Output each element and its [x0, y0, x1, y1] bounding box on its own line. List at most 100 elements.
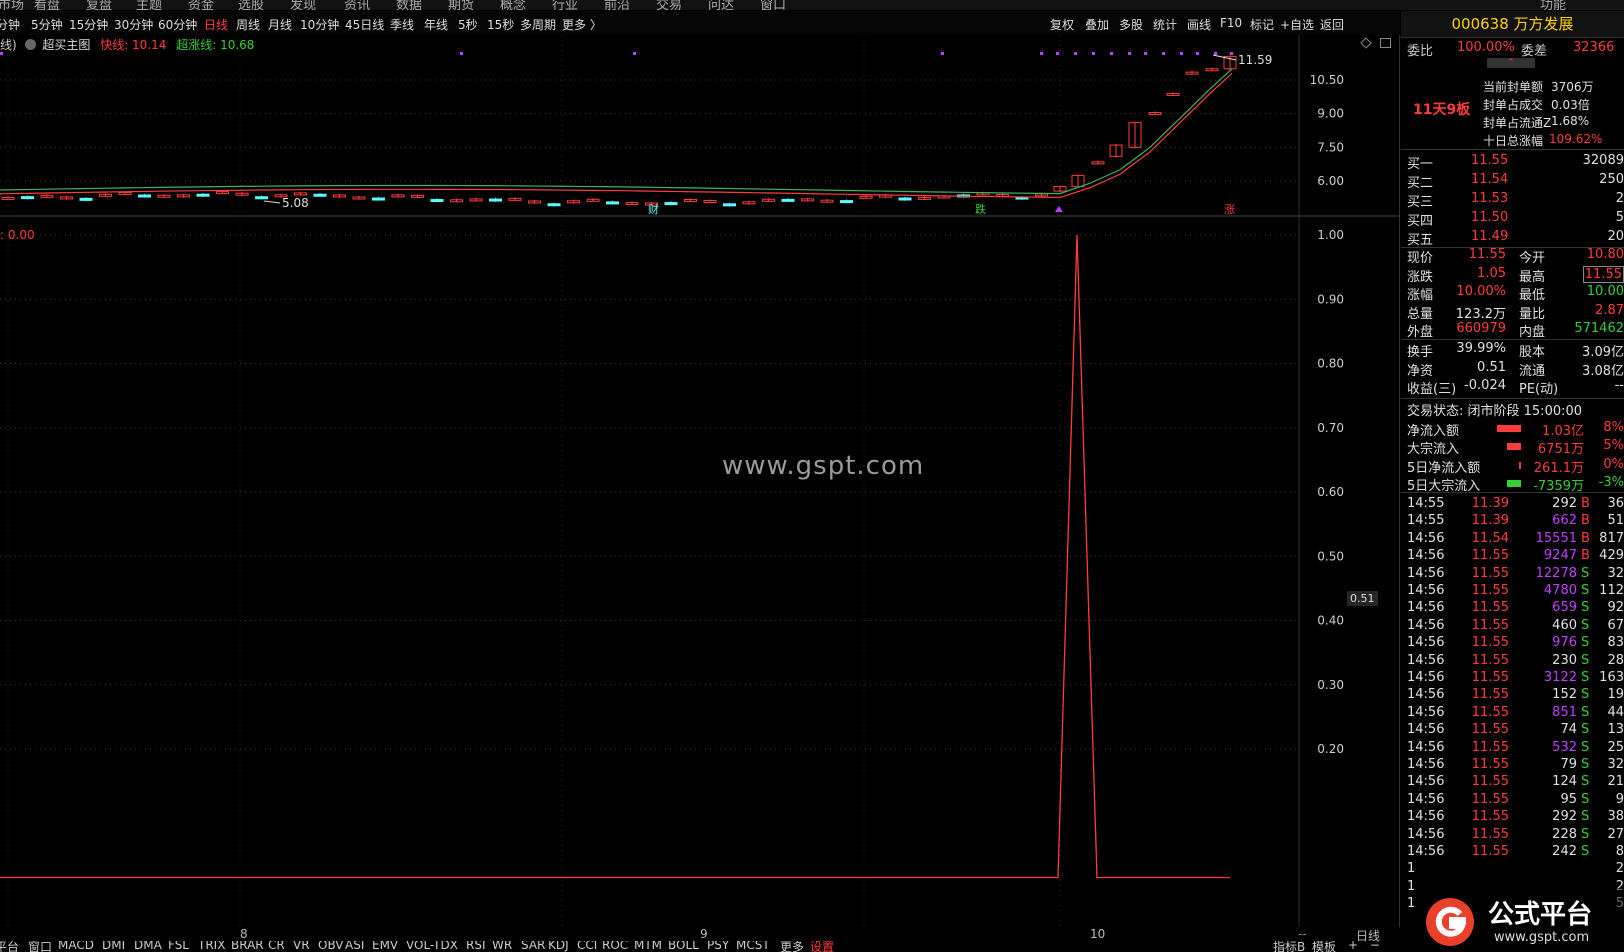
period-tab-14[interactable]: 多周期 [520, 16, 556, 33]
layout-icon[interactable] [1380, 38, 1391, 48]
indicator-tab-6[interactable]: TRIX [198, 941, 225, 952]
indicator-tab-25[interactable]: 设置 [810, 941, 834, 952]
signal-dot [1214, 52, 1217, 55]
toolbar-btn-2[interactable]: 多股 [1119, 16, 1143, 33]
stock-title[interactable]: 000638 万方发展 [1401, 11, 1624, 38]
period-tab-4[interactable]: 60分钟 [158, 16, 197, 33]
indicator-tab-18[interactable]: CCI [577, 941, 597, 952]
bottom-right-btn-0[interactable]: 指标B [1273, 941, 1305, 952]
quote-value2: 10.80 [1586, 247, 1624, 262]
indicator-tab-22[interactable]: PSY [707, 941, 729, 952]
kline-chart[interactable]: 10.50 9.00 7.50 6.00 1.00 0.90 0.80 0.70 0.60 0.5… [0, 35, 1400, 927]
period-tab-7[interactable]: 月线 [268, 16, 292, 33]
quote-row: 总量 123.2万 量比 2.87 [1401, 303, 1624, 322]
menu-item-1[interactable]: 看盘 [34, 0, 60, 10]
menu-item-0[interactable]: 市场 [0, 0, 24, 10]
menu-item-5[interactable]: 选股 [238, 0, 264, 10]
indicator-tab-13[interactable]: VOL-TDX [406, 941, 458, 952]
indicator-tab-0[interactable]: 平台 [0, 941, 19, 952]
bottom-right-btn-1[interactable]: 模板 [1312, 941, 1336, 952]
menu-item-10[interactable]: 概念 [500, 0, 526, 10]
indicator-tab-14[interactable]: RSI [466, 941, 486, 952]
settings-icon[interactable] [24, 39, 36, 50]
tick-volume: 12278 [1535, 565, 1577, 581]
toolbar-btn-1[interactable]: 叠加 [1085, 16, 1109, 33]
menu-item-12[interactable]: 前沿 [604, 0, 630, 10]
menu-item-4[interactable]: 资金 [188, 0, 214, 10]
menu-item-2[interactable]: 复盘 [86, 0, 112, 10]
indicator-tab-20[interactable]: MTM [634, 941, 662, 952]
tick-count: 429 [1599, 548, 1624, 564]
menu-item-15[interactable]: 窗口 [760, 0, 786, 10]
menu-item-6[interactable]: 发现 [290, 0, 316, 10]
bid-volume: 20 [1607, 229, 1624, 244]
indicator-tab-17[interactable]: KDJ [548, 941, 569, 952]
indicator-tab-19[interactable]: ROC [602, 941, 628, 952]
indicator-tab-4[interactable]: DMA [134, 941, 162, 952]
menu-item-11[interactable]: 行业 [552, 0, 578, 10]
toolbar-btn-4[interactable]: 画线 [1187, 16, 1211, 33]
period-tab-9[interactable]: 45日线 [345, 16, 384, 33]
bottom-right-btn-3[interactable]: − [1370, 941, 1380, 952]
menu-item-14[interactable]: 问达 [708, 0, 734, 10]
toolbar-btn-7[interactable]: +自选 [1280, 16, 1314, 33]
period-tab-6[interactable]: 周线 [236, 16, 260, 33]
indicator-tab-2[interactable]: MACD [58, 941, 94, 952]
indicator-tab-24[interactable]: 更多 [780, 941, 804, 952]
period-tab-13[interactable]: 15秒 [487, 16, 514, 33]
indicator-tab-12[interactable]: EMV [372, 941, 398, 952]
indicator-tab-11[interactable]: ASI [345, 941, 364, 952]
indicator-tab-21[interactable]: BOLL [668, 941, 699, 952]
menu-item-16[interactable]: 功能 [1540, 0, 1566, 10]
indicator-tab-7[interactable]: BRAR [231, 941, 264, 952]
period-tab-3[interactable]: 30分钟 [114, 16, 153, 33]
fund-value: -0.024 [1464, 378, 1506, 394]
toolbar-btn-8[interactable]: 返回 [1320, 16, 1344, 33]
menu-item-8[interactable]: 数据 [396, 0, 422, 10]
period-tab-11[interactable]: 年线 [424, 16, 448, 33]
candle-body [547, 203, 561, 207]
menu-item-13[interactable]: 交易 [656, 0, 682, 10]
trade-status-text: 交易状态: 闭市阶段 15:00:00 [1407, 404, 1583, 419]
period-tab-1[interactable]: 5分钟 [31, 16, 63, 33]
weicha-value: 32366 [1573, 40, 1615, 55]
period-tab-10[interactable]: 季线 [390, 16, 414, 33]
indicator-tab-10[interactable]: OBV [318, 941, 344, 952]
period-tab-8[interactable]: 10分钟 [300, 16, 339, 33]
indicator-tab-3[interactable]: DMI [102, 941, 125, 952]
tick-row: 14:56 11.55 532 S 25 [1401, 740, 1624, 758]
menu-item-3[interactable]: 主题 [136, 0, 162, 10]
period-tab-2[interactable]: 15分钟 [69, 16, 108, 33]
period-tab-5[interactable]: 日线 [204, 16, 228, 33]
tick-volume: 532 [1552, 739, 1577, 755]
period-tab-0[interactable]: 分钟 [0, 16, 20, 33]
indicator-tab-15[interactable]: WR [492, 941, 512, 952]
x-axis-label-9: 9 [700, 927, 708, 941]
toolbar-btn-6[interactable]: 标记 [1250, 16, 1274, 33]
tick-price: 11.55 [1471, 635, 1509, 651]
period-tab-15[interactable]: 更多 〉 [562, 16, 602, 33]
indicator-y-tick: 1.00 [1317, 228, 1344, 242]
menu-item-7[interactable]: 资讯 [344, 0, 370, 10]
fund-row: 净资 0.51 流通 3.08亿 [1401, 360, 1624, 379]
candle-body [723, 203, 736, 207]
quote-value: 660979 [1456, 321, 1506, 337]
indicator-tab-8[interactable]: CR [268, 941, 285, 952]
indicator-tab-1[interactable]: 窗口 [28, 941, 52, 952]
signal-dot [1230, 52, 1233, 55]
collapse-icon[interactable]: ⌃ [1487, 58, 1535, 68]
toolbar-btn-0[interactable]: 复权 [1050, 16, 1074, 33]
chart-area[interactable]: 10.50 9.00 7.50 6.00 1.00 0.90 0.80 0.70 0.60 0.5… [0, 35, 1400, 927]
tick-time: 1 [1407, 896, 1416, 912]
menu-item-9[interactable]: 期货 [448, 0, 474, 10]
flow-row: 净流入额 1.03亿 8% [1401, 420, 1624, 439]
indicator-tab-16[interactable]: SAR [521, 941, 545, 952]
period-tab-12[interactable]: 5秒 [458, 16, 478, 33]
signal-dot [460, 52, 463, 55]
bottom-right-btn-2[interactable]: + [1348, 941, 1358, 952]
indicator-tab-23[interactable]: MCST [736, 941, 770, 952]
toolbar-btn-5[interactable]: F10 [1220, 16, 1242, 30]
indicator-tab-9[interactable]: VR [293, 941, 310, 952]
indicator-tab-5[interactable]: FSL [168, 941, 189, 952]
toolbar-btn-3[interactable]: 统计 [1153, 16, 1177, 33]
